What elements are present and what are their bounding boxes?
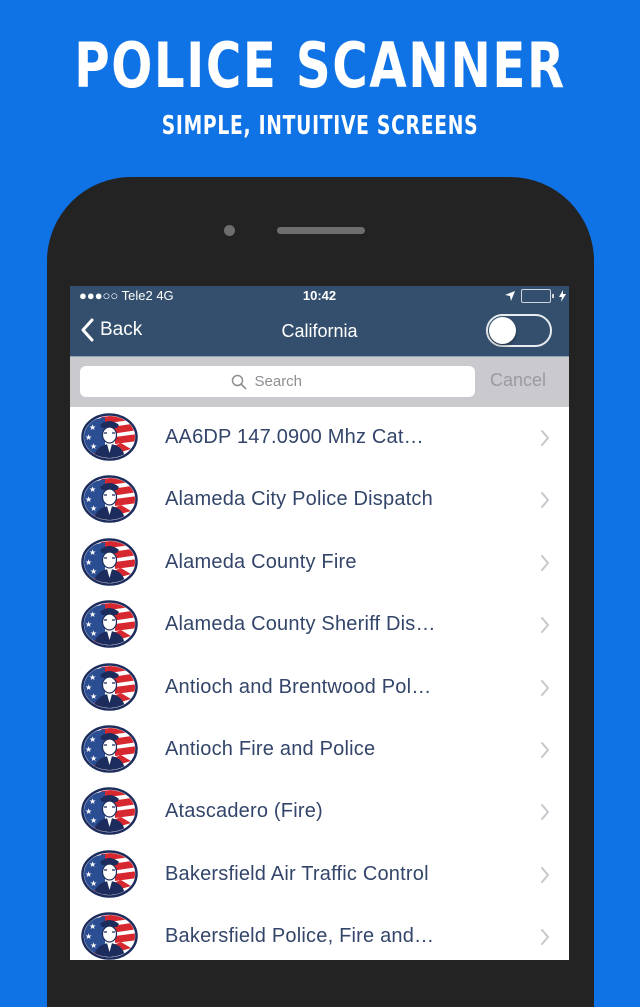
svg-text:★: ★ <box>89 860 96 869</box>
svg-text:★: ★ <box>90 879 97 888</box>
charging-bolt-icon <box>559 290 566 302</box>
police-officer-flag-icon: ★ ★ ★ <box>81 912 138 960</box>
list-item[interactable]: ★ ★ ★ Bakersfield Police, Fire and… <box>70 906 569 960</box>
promo-subheadline: SIMPLE, INTUITIVE SCREENS <box>161 111 479 141</box>
svg-text:★: ★ <box>85 495 92 504</box>
cancel-button[interactable]: Cancel <box>490 370 546 391</box>
battery-icon <box>521 289 554 303</box>
search-field[interactable] <box>80 366 475 397</box>
front-camera-icon <box>224 225 235 236</box>
search-bar: Cancel <box>70 356 569 407</box>
police-officer-flag-icon: ★ ★ ★ <box>81 475 138 524</box>
list-item-label: Alameda County Sheriff Dis… <box>165 613 436 636</box>
toggle-knob <box>489 317 516 344</box>
svg-text:★: ★ <box>89 673 96 682</box>
channel-list: ★ ★ ★ AA6DP 147.0900 Mhz Cat… ★ ★ ★ Alam… <box>70 407 569 960</box>
status-time: 10:42 <box>302 288 337 303</box>
location-arrow-icon <box>505 291 515 301</box>
police-officer-flag-icon: ★ ★ ★ <box>81 538 138 586</box>
svg-text:★: ★ <box>85 870 92 879</box>
svg-text:★: ★ <box>90 629 97 638</box>
status-right <box>504 289 566 303</box>
svg-text:★: ★ <box>85 683 92 692</box>
list-item-label: Alameda City Police Dispatch <box>165 488 433 511</box>
chevron-right-icon <box>541 617 549 634</box>
nav-toggle-switch[interactable] <box>486 314 552 347</box>
list-item[interactable]: ★ ★ ★ Antioch and Brentwood Pol… <box>70 657 569 719</box>
svg-text:★: ★ <box>90 442 97 451</box>
svg-text:★: ★ <box>85 620 92 629</box>
police-officer-flag-icon: ★ ★ ★ <box>81 600 138 648</box>
svg-text:★: ★ <box>89 610 96 619</box>
svg-text:★: ★ <box>89 423 96 432</box>
svg-text:★: ★ <box>89 735 96 744</box>
earpiece-speaker-icon <box>277 227 365 234</box>
list-item-label: Bakersfield Air Traffic Control <box>165 862 429 885</box>
search-icon <box>231 374 246 389</box>
svg-text:★: ★ <box>89 485 96 494</box>
list-item-label: AA6DP 147.0900 Mhz Cat… <box>165 426 424 448</box>
police-officer-flag-icon: ★ ★ ★ <box>81 849 138 898</box>
chevron-right-icon <box>541 866 549 883</box>
svg-text:★: ★ <box>90 692 97 701</box>
police-officer-flag-icon: ★ ★ ★ <box>81 662 138 711</box>
svg-text:★: ★ <box>85 433 92 442</box>
search-input[interactable] <box>254 373 325 390</box>
list-item[interactable]: ★ ★ ★ Alameda City Police Dispatch <box>70 469 569 531</box>
police-officer-flag-icon: ★ ★ ★ <box>81 413 138 461</box>
status-bar: ●●●○○ Tele2 4G 10:42 <box>70 286 569 306</box>
list-item[interactable]: ★ ★ ★ AA6DP 147.0900 Mhz Cat… <box>70 407 569 469</box>
app-screen: ●●●○○ Tele2 4G 10:42 Back California Sea… <box>70 286 569 960</box>
list-item[interactable]: ★ ★ ★ Antioch Fire and Police <box>70 719 569 781</box>
promo-headline: POLICE SCANNER <box>74 29 566 102</box>
svg-text:★: ★ <box>89 922 96 931</box>
svg-text:★: ★ <box>90 567 97 576</box>
list-item[interactable]: ★ ★ ★ Atascadero (Fire) <box>70 781 569 843</box>
list-item-label: Antioch Fire and Police <box>165 737 376 760</box>
chevron-right-icon <box>541 741 549 758</box>
svg-text:★: ★ <box>85 807 92 816</box>
chevron-right-icon <box>541 430 549 446</box>
chevron-right-icon <box>541 679 549 696</box>
police-officer-flag-icon: ★ ★ ★ <box>81 787 138 836</box>
svg-text:★: ★ <box>85 558 92 567</box>
chevron-right-icon <box>541 554 549 571</box>
svg-text:★: ★ <box>90 504 97 513</box>
police-officer-flag-icon: ★ ★ ★ <box>81 725 138 773</box>
svg-text:★: ★ <box>89 797 96 806</box>
navigation-bar: ●●●○○ Tele2 4G 10:42 Back California <box>70 286 569 356</box>
list-item-label: Bakersfield Police, Fire and… <box>165 925 435 948</box>
list-item-label: Antioch and Brentwood Pol… <box>165 675 432 698</box>
list-item[interactable]: ★ ★ ★ Alameda County Sheriff Dis… <box>70 594 569 656</box>
list-item-label: Atascadero (Fire) <box>165 800 323 823</box>
svg-text:★: ★ <box>90 754 97 763</box>
svg-text:★: ★ <box>89 548 96 557</box>
chevron-right-icon <box>541 492 549 509</box>
svg-text:★: ★ <box>85 745 92 754</box>
svg-text:★: ★ <box>90 941 97 950</box>
list-item[interactable]: ★ ★ ★ Alameda County Fire <box>70 532 569 594</box>
list-item-label: Alameda County Fire <box>165 550 357 573</box>
list-item[interactable]: ★ ★ ★ Bakersfield Air Traffic Control <box>70 844 569 906</box>
chevron-right-icon <box>541 929 549 946</box>
svg-text:★: ★ <box>90 816 97 825</box>
svg-text:★: ★ <box>85 932 92 941</box>
chevron-right-icon <box>541 804 549 821</box>
